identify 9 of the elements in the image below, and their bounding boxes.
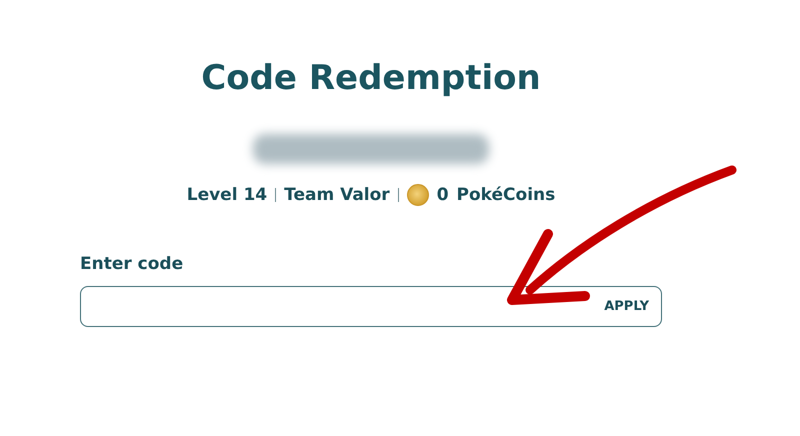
code-input-field[interactable]: APPLY: [80, 286, 662, 327]
team-text: Team Valor: [284, 185, 390, 205]
coin-icon: [406, 184, 429, 206]
level-text: Level 14: [186, 185, 268, 205]
field-label: Enter code: [80, 254, 184, 274]
currency-text: PokéCoins: [456, 185, 556, 205]
apply-button[interactable]: APPLY: [604, 297, 649, 316]
coin-amount: 0: [436, 185, 449, 205]
page-title: Code Redemption: [201, 58, 541, 98]
